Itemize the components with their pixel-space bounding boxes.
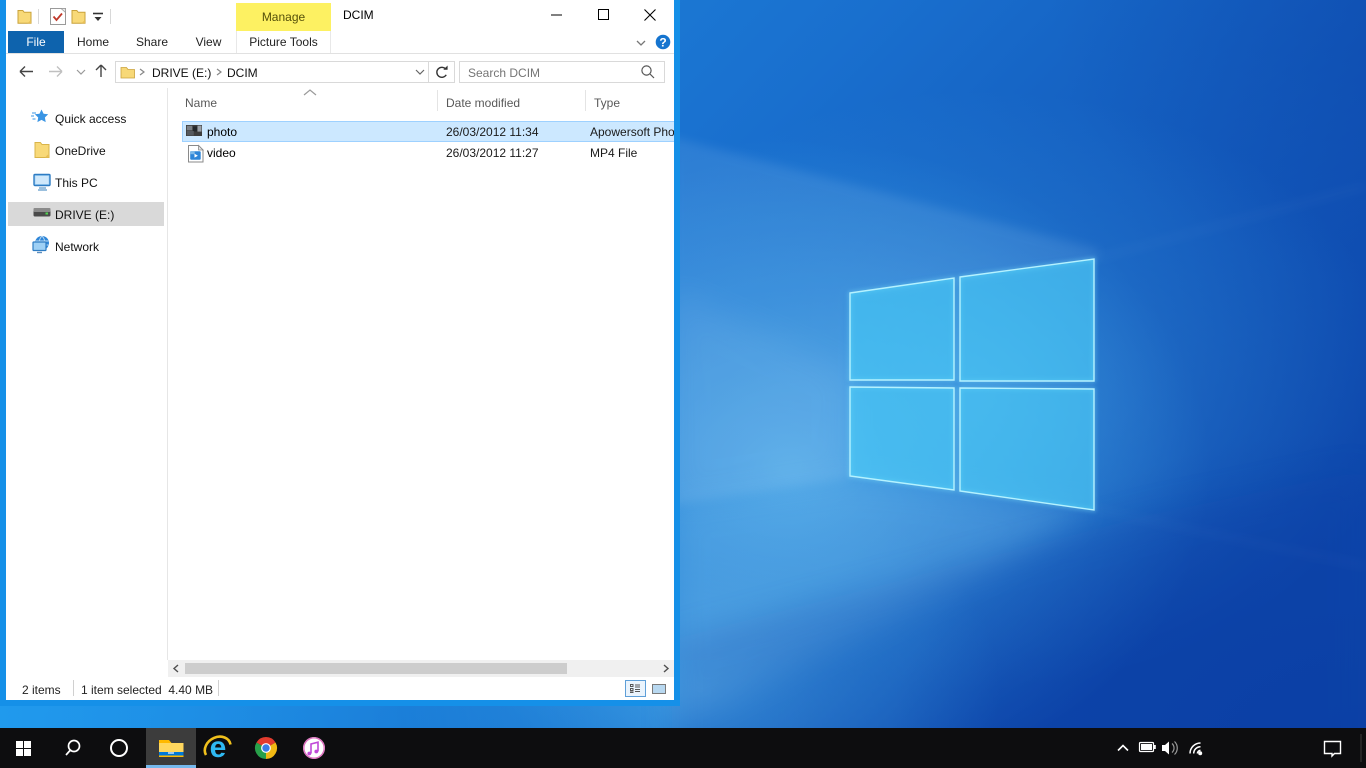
svg-text:?: ? — [659, 36, 666, 50]
